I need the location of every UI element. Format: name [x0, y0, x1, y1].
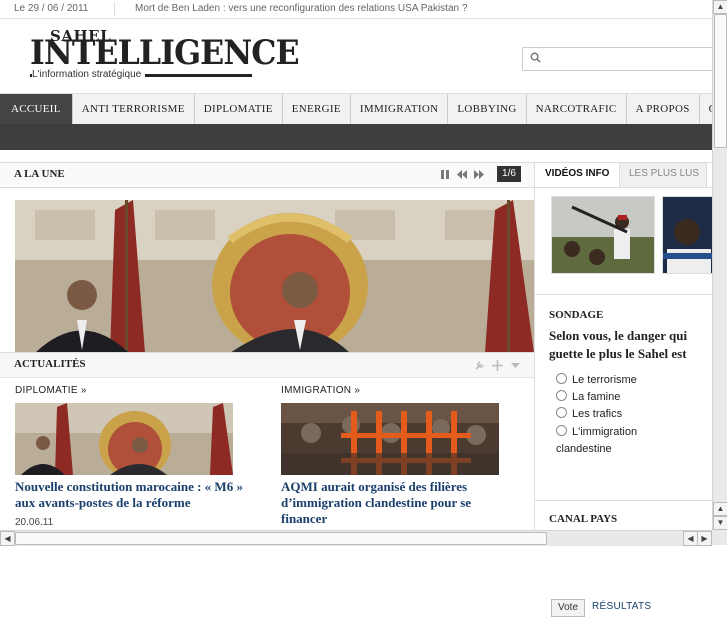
nav-item-narcotrafic[interactable]: NARCOTRAFIC: [527, 94, 627, 124]
poll-option-label: Les trafics: [572, 408, 623, 420]
collapse-icon[interactable]: [510, 360, 521, 371]
poll-title: SONDAGE: [549, 309, 604, 321]
vertical-scroll-thumb[interactable]: [714, 14, 727, 148]
poll-option[interactable]: L'immigration clandestine: [556, 424, 691, 458]
scrollbar-corner: [712, 530, 727, 545]
news-ticker[interactable]: Mort de Ben Laden : vers une reconfigura…: [135, 3, 467, 14]
radio-button[interactable]: [556, 425, 567, 436]
poll-question: Selon vous, le danger qui guette le plus…: [549, 328, 688, 361]
tab-videos-info[interactable]: VIDÉOS INFO: [535, 163, 619, 187]
category-diplomatie[interactable]: DIPLOMATIE »: [15, 385, 87, 396]
current-date: Le 29 / 06 / 2011: [14, 3, 89, 14]
vertical-scrollbar[interactable]: ▲ ▲ ▼: [712, 0, 727, 530]
scroll-left-button[interactable]: ◀: [0, 531, 15, 546]
scroll-up-button-lower[interactable]: ▲: [713, 502, 727, 516]
scroll-down-button[interactable]: ▼: [713, 516, 727, 530]
featured-title: A LA UNE: [14, 168, 65, 180]
main-nav: ACCUEIL ANTI TERRORISME DIPLOMATIE ENERGIE I…: [0, 93, 712, 125]
sub-nav-band: [0, 124, 712, 150]
divider: [114, 2, 115, 16]
category-immigration[interactable]: IMMIGRATION »: [281, 385, 360, 396]
video-photo: [663, 197, 714, 273]
results-link[interactable]: RÉSULTATS: [592, 601, 651, 612]
nav-item-diplomatie[interactable]: DIPLOMATIE: [195, 94, 283, 124]
scroll-right-button[interactable]: ▶: [697, 531, 712, 546]
scroll-up-button[interactable]: ▲: [713, 0, 727, 14]
canal-pays-section: CANAL PAYS: [535, 500, 713, 531]
nav-item-anti-terrorisme[interactable]: ANTI TERRORISME: [73, 94, 195, 124]
video-photo: [552, 197, 654, 273]
article-headline[interactable]: AQMI aurait organisé des filières d’immi…: [281, 479, 516, 527]
top-bar: Le 29 / 06 / 2011 Mort de Ben Laden : ve…: [0, 0, 712, 19]
poll-option-label: Le terrorisme: [572, 374, 637, 386]
radio-button[interactable]: [556, 373, 567, 384]
nav-item-lobbying[interactable]: LOBBYING: [448, 94, 527, 124]
search-box[interactable]: [522, 47, 713, 71]
horizontal-scrollbar[interactable]: ◀ ◀ ▶: [0, 530, 712, 546]
poll: SONDAGE Selon vous, le danger qui guette…: [535, 294, 713, 617]
featured-image[interactable]: [15, 200, 534, 353]
pause-icon[interactable]: [440, 169, 450, 180]
article-headline[interactable]: Nouvelle constitution marocaine : « M6 »…: [15, 479, 260, 511]
featured-header: A LA UNE 1/6: [0, 162, 534, 188]
article-thumbnail[interactable]: [281, 403, 499, 475]
scroll-left-button-right[interactable]: ◀: [683, 531, 698, 546]
prev-icon[interactable]: [456, 169, 468, 180]
nav-item-contact[interactable]: CONT: [700, 94, 712, 124]
search-icon: [530, 52, 541, 63]
article-thumbnail[interactable]: [15, 403, 233, 475]
horizontal-scroll-thumb[interactable]: [15, 532, 547, 545]
radio-button[interactable]: [556, 390, 567, 401]
news-title: ACTUALITÉS: [14, 358, 86, 370]
poll-option-label: L'immigration clandestine: [556, 426, 638, 455]
tab-les-plus-lus[interactable]: LES PLUS LUS: [619, 163, 707, 187]
diplomatie-photo: [15, 403, 233, 475]
article-date: 20.06.11: [15, 517, 54, 528]
move-icon[interactable]: [492, 360, 503, 371]
news-header: ACTUALITÉS: [0, 352, 534, 378]
logo-line-2: INTELLIGENCE: [30, 33, 300, 73]
poll-option[interactable]: La famine: [556, 390, 620, 403]
sidebar-tabs: VIDÉOS INFO LES PLUS LUS: [535, 162, 713, 188]
logo-tagline: L'information stratégique: [32, 69, 146, 80]
wrench-icon[interactable]: [474, 360, 485, 371]
vote-button[interactable]: Vote: [551, 599, 585, 617]
nav-item-accueil[interactable]: ACCUEIL: [0, 94, 73, 124]
poll-option-label: La famine: [572, 391, 621, 403]
site-logo[interactable]: SAHEL INTELLIGENCE L'information stratég…: [30, 27, 300, 87]
canal-pays-title: CANAL PAYS: [549, 513, 618, 525]
poll-option[interactable]: Les trafics: [556, 407, 622, 420]
immigration-photo: [281, 403, 499, 475]
sidebar: VIDÉOS INFO LES PLUS LUS SONDAGE Selon v…: [534, 162, 715, 617]
poll-option[interactable]: Le terrorisme: [556, 373, 637, 386]
nav-item-a-propos[interactable]: A PROPOS: [627, 94, 700, 124]
next-icon[interactable]: [473, 169, 485, 180]
slide-counter: 1/6: [497, 166, 521, 182]
nav-item-energie[interactable]: ENERGIE: [283, 94, 351, 124]
hero-photo: [15, 200, 534, 353]
video-thumbnail[interactable]: [551, 196, 655, 274]
video-thumbnail[interactable]: [662, 196, 715, 274]
nav-item-immigration[interactable]: IMMIGRATION: [351, 94, 449, 124]
search-input[interactable]: [549, 50, 713, 68]
radio-button[interactable]: [556, 407, 567, 418]
